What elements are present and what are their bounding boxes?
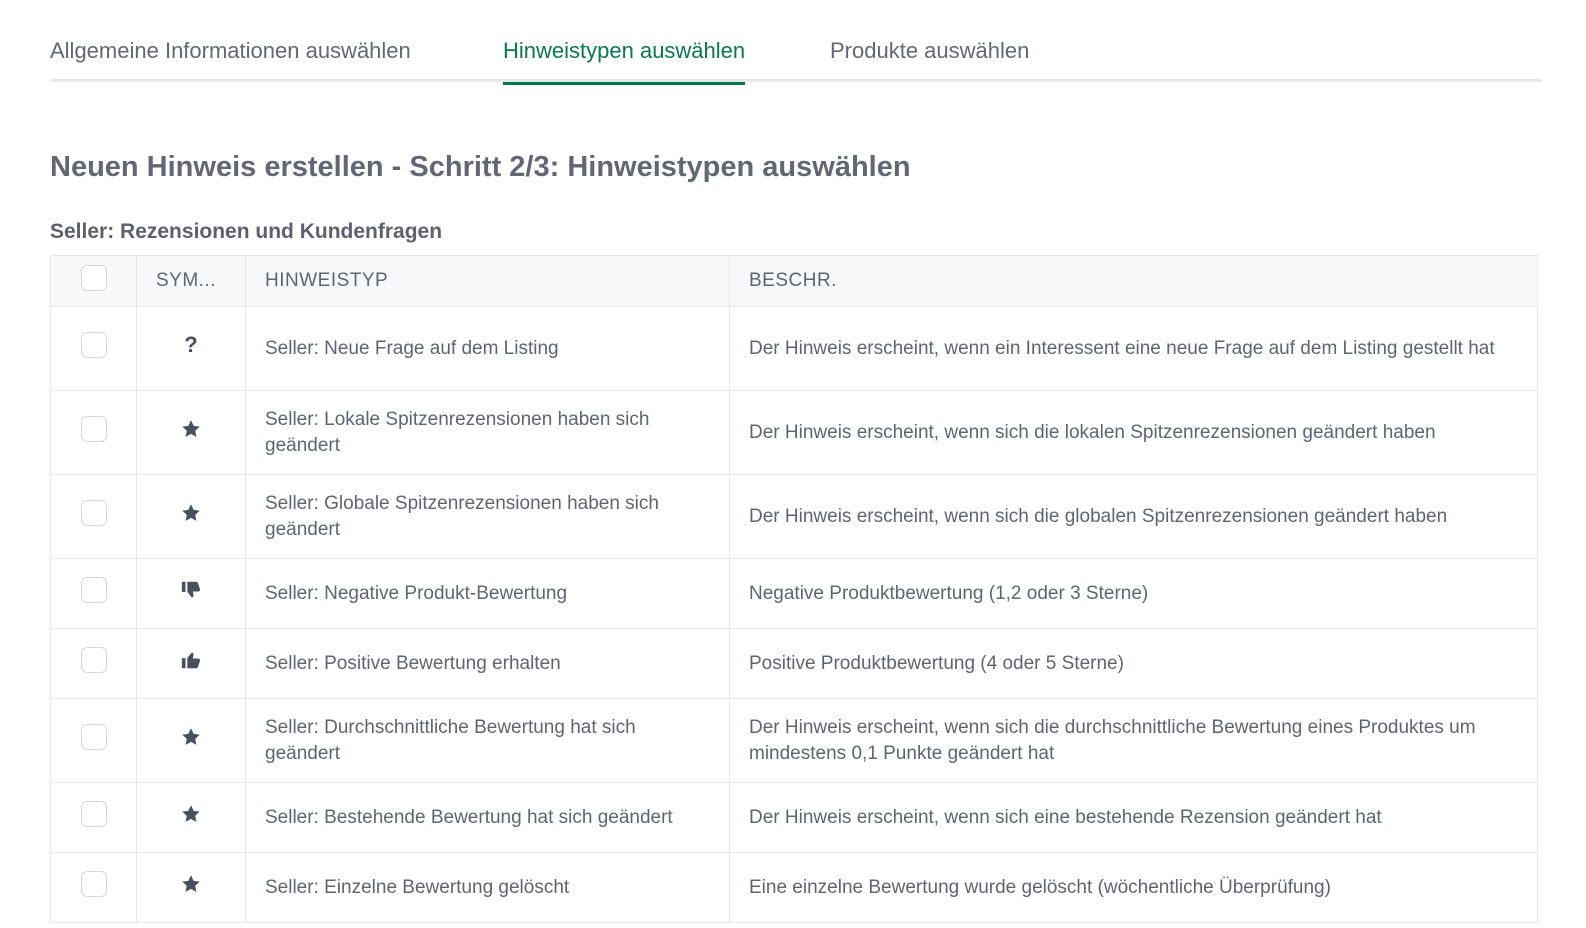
type-cell: Seller: Globale Spitzenrezensionen haben… [245,474,730,559]
column-header-description[interactable]: BESCHR. [729,255,1538,307]
table-row[interactable]: Seller: Einzelne Bewertung gelöscht Eine… [50,852,1538,923]
symbol-cell [136,558,246,629]
type-cell: Seller: Durchschnittliche Bewertung hat … [245,698,730,783]
description-cell: Der Hinweis erscheint, wenn ein Interess… [729,306,1538,391]
row-checkbox-cell [50,628,137,699]
row-checkbox-cell [50,698,137,783]
thumbs-down-icon [181,582,201,598]
column-header-type[interactable]: HINWEISTYP [245,255,730,307]
description-cell: Der Hinweis erscheint, wenn sich die dur… [729,698,1538,783]
section-title: Seller: Rezensionen und Kundenfragen [50,220,443,243]
tab-notification-types[interactable]: Hinweistypen auswählen [503,36,746,85]
select-all-cell [50,255,137,307]
thumbs-up-icon [181,653,201,669]
star-icon [182,805,200,823]
row-checkbox[interactable] [80,332,107,359]
page-title: Neuen Hinweis erstellen - Schritt 2/3: H… [50,151,911,183]
table-header-row: SYM... HINWEISTYP BESCHR. [50,255,1538,307]
description-cell: Eine einzelne Bewertung wurde gelöscht (… [729,852,1538,923]
notification-types-table: SYM... HINWEISTYP BESCHR. ? Seller: Neue… [50,255,1538,923]
row-checkbox-cell [50,390,137,475]
row-checkbox-cell [50,474,137,559]
table-row[interactable]: Seller: Globale Spitzenrezensionen haben… [50,474,1538,559]
table-row[interactable]: Seller: Bestehende Bewertung hat sich ge… [50,782,1538,853]
symbol-cell [136,782,246,853]
row-checkbox[interactable] [80,500,107,527]
question-icon: ? [184,332,198,358]
symbol-cell [136,390,246,475]
tab-products[interactable]: Produkte auswählen [830,36,1029,82]
description-cell: Der Hinweis erscheint, wenn sich die lok… [729,390,1538,475]
star-icon [182,420,200,438]
row-checkbox[interactable] [80,416,107,443]
table-row[interactable]: Seller: Lokale Spitzenrezensionen haben … [50,390,1538,475]
symbol-cell [136,628,246,699]
description-cell: Negative Produktbewertung (1,2 oder 3 St… [729,558,1538,629]
table-row[interactable]: Seller: Negative Produkt-Bewertung Negat… [50,558,1538,629]
symbol-cell [136,698,246,783]
row-checkbox[interactable] [80,647,107,674]
type-cell: Seller: Negative Produkt-Bewertung [245,558,730,629]
type-cell: Seller: Neue Frage auf dem Listing [245,306,730,391]
row-checkbox[interactable] [80,801,107,828]
star-icon [182,875,200,893]
type-cell: Seller: Positive Bewertung erhalten [245,628,730,699]
select-all-checkbox[interactable] [80,264,107,291]
tab-general-info[interactable]: Allgemeine Informationen auswählen [50,36,411,82]
star-icon [182,504,200,522]
table-row[interactable]: Seller: Durchschnittliche Bewertung hat … [50,698,1538,783]
row-checkbox-cell [50,852,137,923]
row-checkbox[interactable] [80,577,107,604]
star-icon [182,728,200,746]
description-cell: Positive Produktbewertung (4 oder 5 Ster… [729,628,1538,699]
row-checkbox-cell [50,558,137,629]
table-row[interactable]: Seller: Positive Bewertung erhalten Posi… [50,628,1538,699]
row-checkbox-cell [50,782,137,853]
column-header-symbol[interactable]: SYM... [136,255,246,307]
symbol-cell [136,474,246,559]
type-cell: Seller: Bestehende Bewertung hat sich ge… [245,782,730,853]
step-tabs: Allgemeine Informationen auswählen Hinwe… [50,28,1542,85]
table-row[interactable]: ? Seller: Neue Frage auf dem Listing Der… [50,306,1538,391]
symbol-cell: ? [136,306,246,391]
symbol-cell [136,852,246,923]
description-cell: Der Hinweis erscheint, wenn sich die glo… [729,474,1538,559]
description-cell: Der Hinweis erscheint, wenn sich eine be… [729,782,1538,853]
type-cell: Seller: Lokale Spitzenrezensionen haben … [245,390,730,475]
row-checkbox[interactable] [80,724,107,751]
row-checkbox-cell [50,306,137,391]
type-cell: Seller: Einzelne Bewertung gelöscht [245,852,730,923]
row-checkbox[interactable] [80,871,107,898]
